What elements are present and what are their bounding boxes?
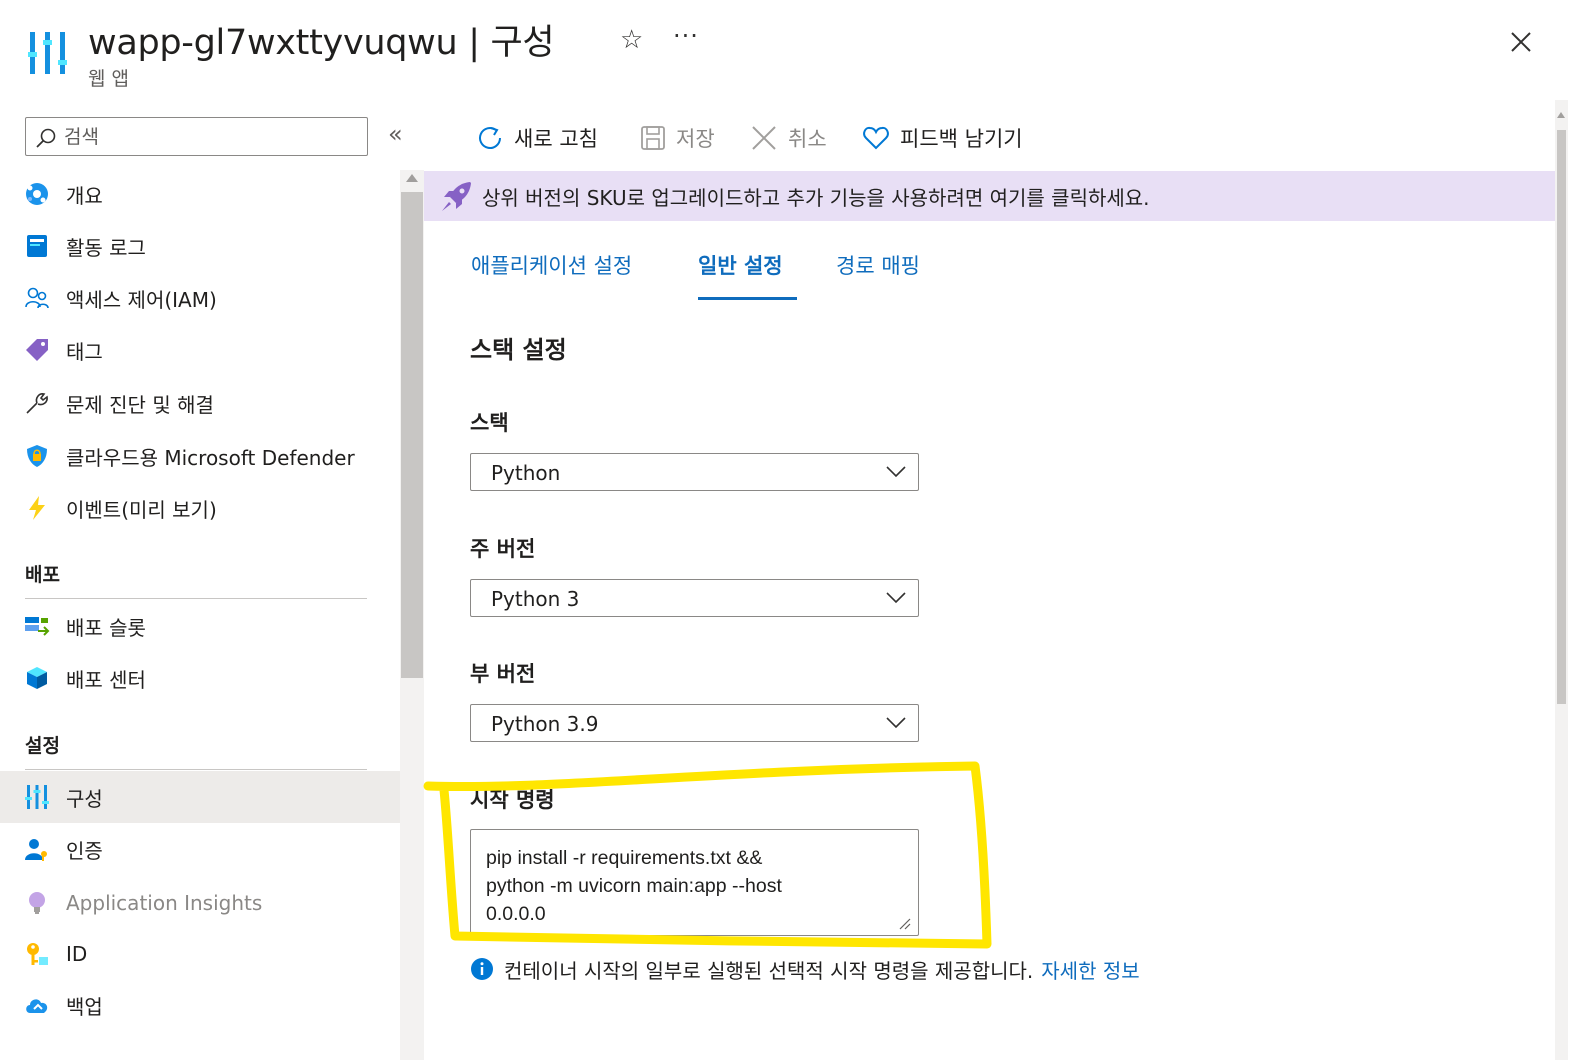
heart-icon xyxy=(863,126,889,150)
chevron-down-icon xyxy=(886,592,906,604)
annotation-highlight xyxy=(423,761,992,949)
sidebar-item-label: 클라우드용 Microsoft Defender xyxy=(66,445,355,470)
divider xyxy=(25,598,367,599)
minor-version-value: Python 3.9 xyxy=(491,712,599,736)
feedback-button[interactable]: 피드백 남기기 xyxy=(862,122,1023,154)
banner-text: 상위 버전의 SKU로 업그레이드하고 추가 기능을 사용하려면 여기를 클릭하… xyxy=(482,186,1150,210)
sidebar-item-label: Application Insights xyxy=(66,891,263,915)
refresh-icon xyxy=(479,127,501,149)
sidebar-item-events[interactable]: 이벤트(미리 보기) xyxy=(0,482,400,534)
stack-label: 스택 xyxy=(470,411,509,435)
scrollbar-thumb[interactable] xyxy=(401,192,423,678)
scroll-up-arrow-icon[interactable] xyxy=(1557,112,1565,118)
page-title: wapp-gl7wxttyvuqwu | 구성 xyxy=(88,23,555,63)
sidebar-item-label: 활동 로그 xyxy=(66,235,146,260)
info-text: 컨테이너 시작의 일부로 실행된 선택적 시작 명령을 제공합니다. xyxy=(504,958,1034,983)
sidebar-item-label: 구성 xyxy=(66,786,103,811)
sidebar-item-label: 태그 xyxy=(66,339,103,364)
stack-dropdown[interactable]: Python xyxy=(470,453,919,491)
configuration-icon xyxy=(25,785,49,809)
cloud-backup-icon xyxy=(26,999,48,1013)
sidebar-item-label: 액세스 제어(IAM) xyxy=(66,287,217,312)
sidebar-item-label: 문제 진단 및 해결 xyxy=(66,392,214,417)
sidebar-section-settings: 설정 xyxy=(25,735,60,757)
main-scrollbar[interactable] xyxy=(1555,100,1568,1060)
divider xyxy=(25,769,367,770)
major-version-dropdown[interactable]: Python 3 xyxy=(470,579,919,617)
search-icon xyxy=(36,128,56,148)
sidebar-item-label: ID xyxy=(66,942,88,966)
discard-label: 취소 xyxy=(788,127,827,151)
sidebar-item-backup[interactable]: 백업 xyxy=(0,979,400,1031)
save-icon xyxy=(641,126,665,150)
sidebar-item-label: 배포 슬롯 xyxy=(66,615,146,640)
scrollbar-thumb[interactable] xyxy=(1557,130,1566,704)
sidebar-item-label: 이벤트(미리 보기) xyxy=(66,497,217,522)
sidebar-item-defender[interactable]: 클라우드용 Microsoft Defender xyxy=(0,430,400,482)
minor-version-dropdown[interactable]: Python 3.9 xyxy=(470,704,919,742)
tab-path-mappings[interactable]: 경로 매핑 xyxy=(836,250,920,280)
sidebar-search-input[interactable] xyxy=(64,122,360,151)
scroll-up-arrow-icon[interactable] xyxy=(406,174,418,182)
sidebar-item-deployment-center[interactable]: 배포 센터 xyxy=(0,652,400,704)
active-tab-indicator xyxy=(698,297,797,300)
activity-log-icon xyxy=(27,235,47,257)
sidebar-item-tags[interactable]: 태그 xyxy=(0,324,400,376)
startup-command-info: 컨테이너 시작의 일부로 실행된 선택적 시작 명령을 제공합니다. 자세한 정… xyxy=(470,955,1140,983)
refresh-label: 새로 고침 xyxy=(514,127,598,151)
discard-button[interactable]: 취소 xyxy=(750,122,827,154)
learn-more-link[interactable]: 자세한 정보 xyxy=(1041,955,1139,984)
save-button[interactable]: 저장 xyxy=(640,122,715,154)
sidebar-item-diagnose[interactable]: 문제 진단 및 해결 xyxy=(0,377,400,429)
tab-general-settings[interactable]: 일반 설정 xyxy=(698,250,783,280)
sidebar-item-iam[interactable]: 액세스 제어(IAM) xyxy=(0,272,400,324)
user-key-icon xyxy=(25,839,47,861)
close-icon xyxy=(752,126,776,150)
minor-version-label: 부 버전 xyxy=(470,662,536,686)
sidebar-item-deployment-slots[interactable]: 배포 슬롯 xyxy=(0,600,400,652)
feedback-label: 피드백 남기기 xyxy=(900,127,1023,151)
wrench-icon xyxy=(26,393,48,414)
tab-application-settings[interactable]: 애플리케이션 설정 xyxy=(471,250,632,280)
tag-icon xyxy=(26,339,48,361)
sidebar-item-label: 인증 xyxy=(66,838,103,863)
people-icon xyxy=(25,287,49,309)
cube-icon xyxy=(27,667,47,689)
shield-icon xyxy=(27,445,47,467)
info-icon xyxy=(471,958,493,980)
lightbulb-icon xyxy=(29,892,45,914)
chevron-down-icon xyxy=(886,717,906,729)
sidebar-item-identity[interactable]: ID xyxy=(0,928,400,980)
rocket-icon xyxy=(442,182,471,211)
major-version-label: 주 버전 xyxy=(470,537,536,561)
stack-settings-title: 스택 설정 xyxy=(470,336,567,364)
sidebar-item-label: 배포 센터 xyxy=(66,667,146,692)
chevron-down-icon xyxy=(886,466,906,478)
globe-icon xyxy=(26,183,48,205)
sidebar-item-authentication[interactable]: 인증 xyxy=(0,823,400,875)
sidebar-item-label: 백업 xyxy=(66,994,103,1019)
favorite-star-icon[interactable]: ☆ xyxy=(620,25,643,55)
sidebar-search[interactable] xyxy=(25,117,368,156)
sidebar-item-overview[interactable]: 개요 xyxy=(0,168,400,220)
collapse-sidebar-icon[interactable]: « xyxy=(388,120,403,148)
key-icon xyxy=(27,943,48,965)
sidebar-item-configuration[interactable]: 구성 xyxy=(0,771,400,823)
close-icon[interactable] xyxy=(1505,26,1537,58)
stack-value: Python xyxy=(491,461,561,485)
page-subtitle: 웹 앱 xyxy=(88,68,129,90)
more-options-icon[interactable]: ··· xyxy=(673,22,699,50)
lightning-icon xyxy=(29,496,45,520)
configuration-icon xyxy=(28,32,67,74)
sidebar-item-label: 개요 xyxy=(66,183,103,208)
refresh-button[interactable]: 새로 고침 xyxy=(476,122,598,154)
upgrade-banner[interactable]: 상위 버전의 SKU로 업그레이드하고 추가 기능을 사용하려면 여기를 클릭하… xyxy=(424,171,1555,221)
sidebar-item-application-insights[interactable]: Application Insights xyxy=(0,877,400,929)
major-version-value: Python 3 xyxy=(491,587,580,611)
deployment-slots-icon xyxy=(25,617,50,636)
save-label: 저장 xyxy=(676,127,715,151)
sidebar-section-deployment: 배포 xyxy=(25,564,60,586)
sidebar-item-activity-log[interactable]: 활동 로그 xyxy=(0,220,400,272)
